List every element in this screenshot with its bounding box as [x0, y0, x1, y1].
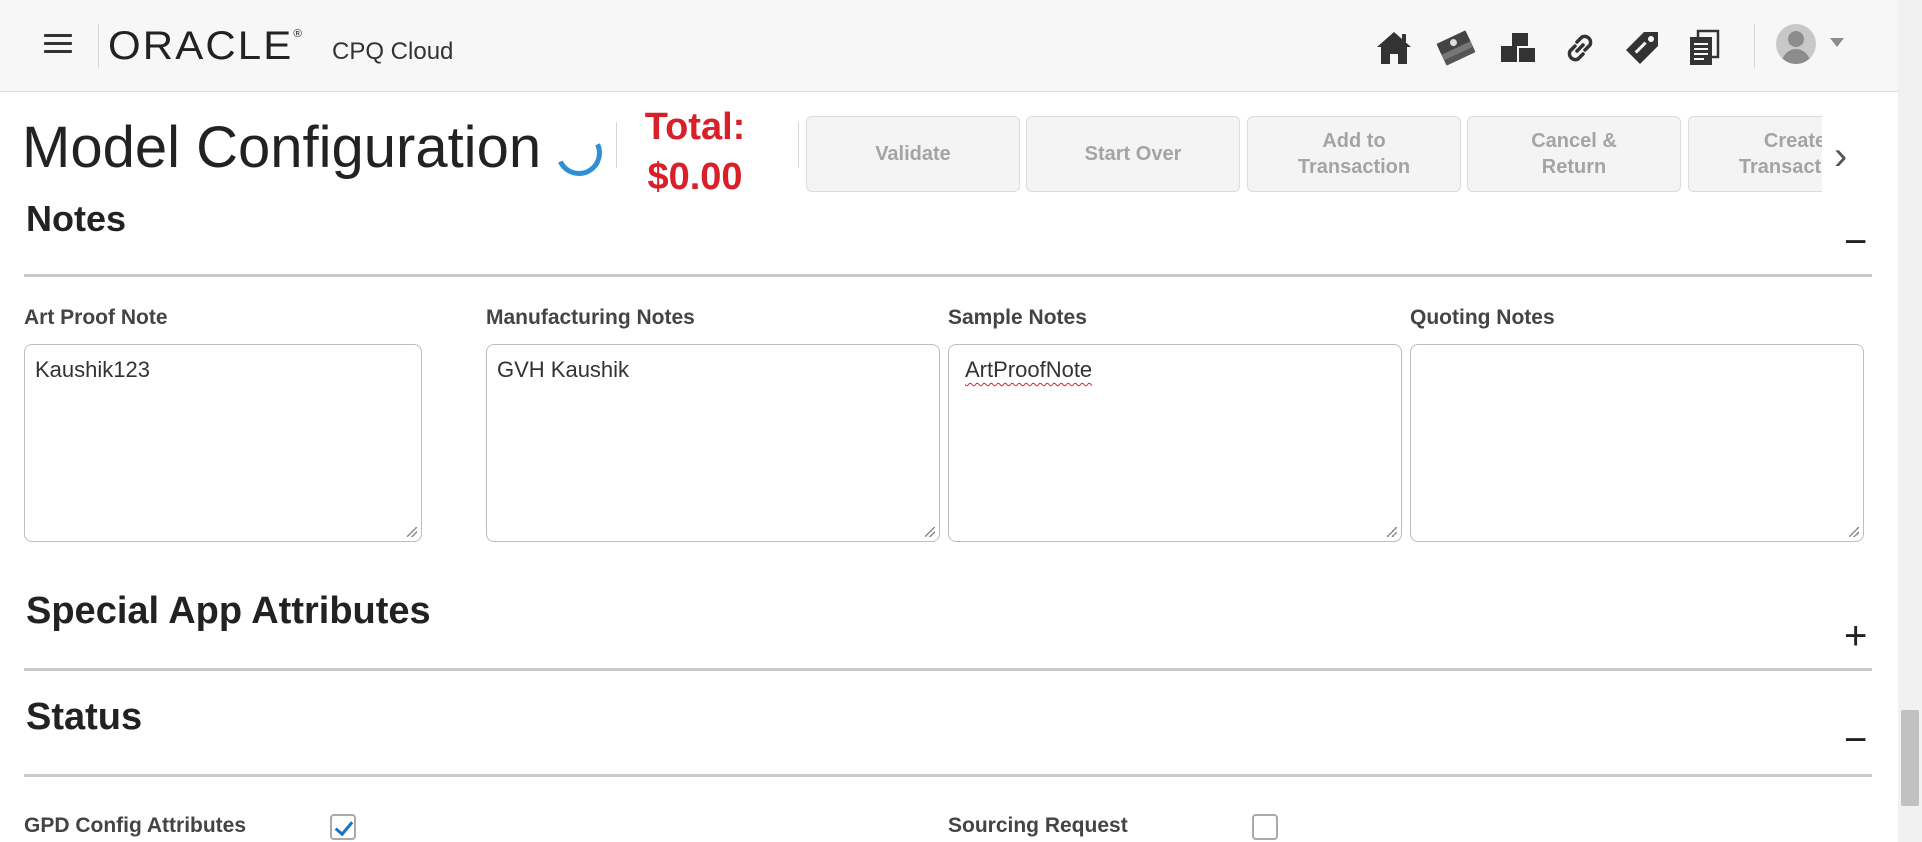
cancel-return-button[interactable]: Cancel & Return: [1467, 116, 1681, 192]
create-transaction-button[interactable]: Create Transaction: [1688, 116, 1822, 192]
product-name: CPQ Cloud: [332, 38, 454, 65]
total-value: $0.00: [647, 156, 743, 198]
sourcing-request-checkbox[interactable]: [1252, 814, 1278, 840]
resize-handle-icon[interactable]: [1849, 527, 1859, 537]
parts-icon[interactable]: [1494, 24, 1542, 72]
user-avatar[interactable]: [1776, 24, 1816, 64]
action-buttons: Validate Start Over Add to Transaction C…: [806, 116, 1822, 192]
main-content: Notes − Art Proof Note Kaushik123 Manufa…: [0, 202, 1898, 842]
title-divider: [616, 122, 617, 168]
resize-handle-icon[interactable]: [1387, 527, 1397, 537]
header-divider: [98, 24, 99, 68]
section-title-special-app-attributes: Special App Attributes: [26, 590, 431, 632]
page-title: Model Configuration: [22, 115, 542, 180]
manufacturing-notes-field[interactable]: GVH Kaushik: [486, 344, 940, 542]
add-to-transaction-button[interactable]: Add to Transaction: [1247, 116, 1461, 192]
section-title-notes: Notes: [26, 202, 127, 239]
money-icon[interactable]: [1432, 24, 1480, 72]
hamburger-menu-icon[interactable]: [44, 34, 72, 54]
home-icon[interactable]: [1370, 24, 1418, 72]
quoting-notes-label: Quoting Notes: [1410, 306, 1555, 329]
resize-handle-icon[interactable]: [925, 527, 935, 537]
section-divider: [24, 774, 1872, 777]
resize-handle-icon[interactable]: [407, 527, 417, 537]
start-over-button[interactable]: Start Over: [1026, 116, 1240, 192]
gpd-config-attributes-checkbox[interactable]: [330, 814, 356, 840]
total-price: Total: $0.00: [640, 102, 750, 202]
expand-special-app-attributes-icon[interactable]: +: [1844, 616, 1867, 656]
header-divider: [1754, 24, 1755, 68]
documents-icon[interactable]: [1680, 24, 1728, 72]
section-title-status: Status: [26, 696, 143, 738]
gpd-config-attributes-label: GPD Config Attributes: [24, 814, 247, 837]
sample-notes-label: Sample Notes: [948, 306, 1087, 329]
title-bar: Model Configuration Total: $0.00 Validat…: [0, 92, 1898, 202]
validate-button[interactable]: Validate: [806, 116, 1020, 192]
top-header: ORACLE® CPQ Cloud: [0, 0, 1898, 92]
sample-notes-field[interactable]: ArtProofNote: [948, 344, 1402, 542]
art-proof-note-label: Art Proof Note: [24, 306, 168, 329]
section-divider: [24, 274, 1872, 277]
chevron-down-icon[interactable]: [1830, 38, 1844, 47]
tag-icon[interactable]: [1618, 24, 1666, 72]
oracle-logo: ORACLE®: [108, 24, 304, 68]
total-label: Total:: [644, 106, 746, 148]
title-divider: [798, 122, 799, 168]
quoting-notes-field[interactable]: [1410, 344, 1864, 542]
sourcing-request-label: Sourcing Request: [948, 814, 1128, 837]
collapse-notes-icon[interactable]: −: [1844, 222, 1867, 262]
collapse-status-icon[interactable]: −: [1844, 720, 1867, 760]
manufacturing-notes-label: Manufacturing Notes: [486, 306, 695, 329]
chevron-right-icon[interactable]: ›: [1834, 136, 1847, 176]
page-scrollbar[interactable]: [1898, 0, 1922, 842]
scrollbar-thumb[interactable]: [1901, 710, 1919, 806]
section-divider: [24, 668, 1872, 671]
art-proof-note-field[interactable]: Kaushik123: [24, 344, 422, 542]
link-icon[interactable]: [1556, 24, 1604, 72]
